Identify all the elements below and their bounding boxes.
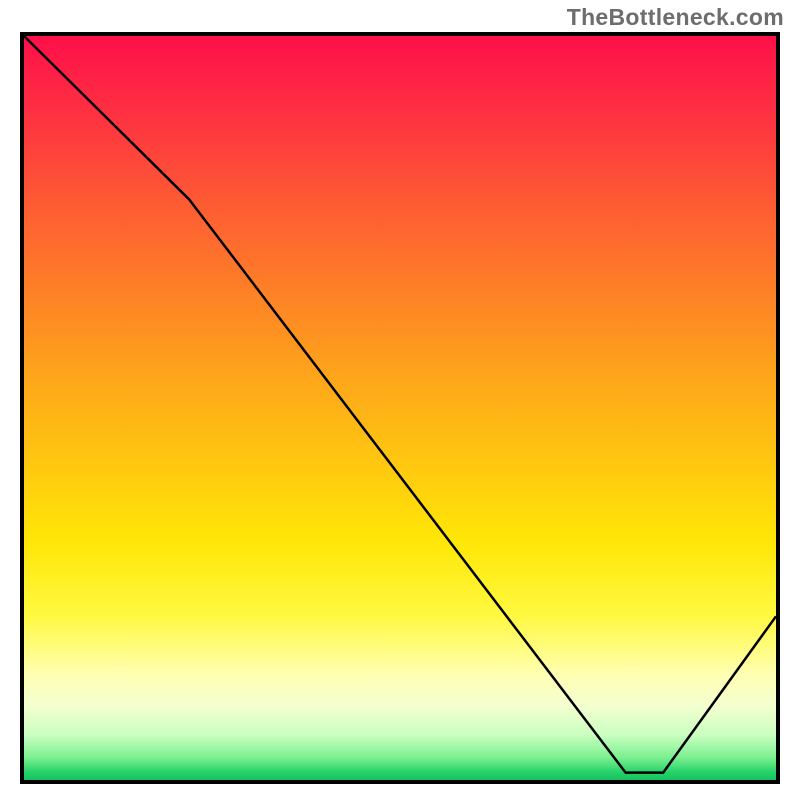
curve-path <box>24 36 776 773</box>
chart-stage: TheBottleneck.com <box>0 0 800 800</box>
plot-frame <box>20 32 780 784</box>
bottleneck-curve <box>24 36 776 780</box>
attribution-label: TheBottleneck.com <box>567 4 784 31</box>
